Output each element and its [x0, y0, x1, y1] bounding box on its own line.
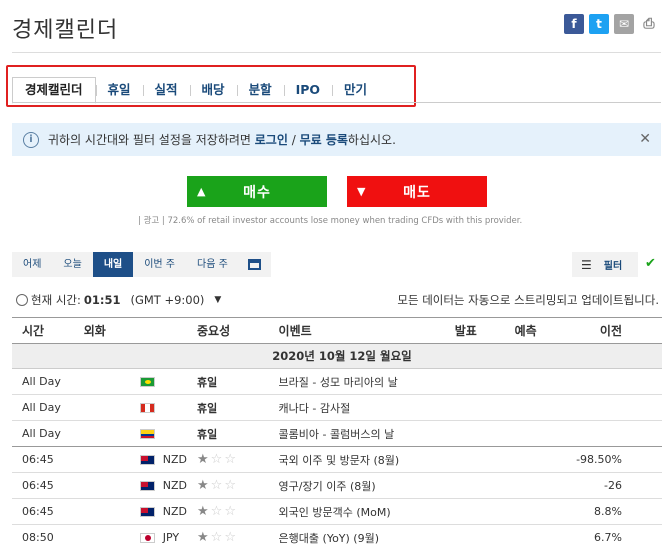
tab-holidays[interactable]: 휴일 [95, 78, 143, 102]
date-range-selector: 어제 오늘 내일 이번 주 다음 주 [12, 252, 271, 277]
table-row[interactable]: 06:45 NZD ★☆☆ 외국인 방문객수 (MoM) 8.8% [12, 498, 662, 525]
login-link[interactable]: 로그인 [255, 133, 288, 147]
table-row[interactable]: 08:50 JPY ★☆☆ 은행대출 (YoY) (9월) 6.7% [12, 524, 662, 547]
tab-expiration[interactable]: 만기 [332, 78, 379, 102]
clock-icon [16, 294, 28, 306]
new-zealand-flag-icon [139, 455, 155, 465]
importance-stars: ★☆☆ [187, 524, 269, 547]
date-row: 2020년 10월 12일 월요일 [12, 343, 662, 369]
table-row[interactable]: 06:45 NZD ★☆☆ 영구/장기 이주 (8월) -26 [12, 472, 662, 499]
importance-stars: ★☆☆ [187, 498, 269, 525]
table-header-row: 시간 외화 중요성 이벤트 발표 예측 이전 [12, 317, 662, 344]
arrow-down-icon: ▼ [357, 185, 366, 198]
share-buttons: f t ✉ ⎙ [564, 14, 659, 34]
auto-update-note: 모든 데이터는 자동으로 스트리밍되고 업데이트됩니다. [397, 293, 659, 307]
col-currency: 외화 [73, 317, 187, 344]
tab-dividends[interactable]: 배당 [189, 78, 237, 102]
ad-disclaimer: | 광고 | 72.6% of retail investor accounts… [138, 216, 523, 226]
table-row[interactable]: All Day 휴일 캐나다 - 감사절 [12, 394, 662, 421]
tab-earnings[interactable]: 실적 [142, 78, 190, 102]
new-zealand-flag-icon [139, 481, 155, 491]
new-zealand-flag-icon [139, 507, 155, 517]
table-row[interactable]: 06:45 NZD ★☆☆ 국외 이주 및 방문자 (8월) -98.50% [12, 446, 662, 473]
filter-button[interactable]: ☰ 필터 [572, 252, 638, 277]
signup-link[interactable]: 무료 등록 [300, 133, 348, 147]
date-this-week-button[interactable]: 이번 주 [133, 252, 186, 277]
date-next-week-button[interactable]: 다음 주 [186, 252, 239, 277]
buy-button[interactable]: ▲ 매수 [187, 176, 327, 207]
col-actual: 발표 [444, 317, 505, 344]
date-tomorrow-button[interactable]: 내일 [92, 252, 134, 277]
col-importance: 중요성 [187, 317, 269, 344]
chevron-down-icon[interactable]: ▼ [214, 295, 221, 305]
mail-icon[interactable]: ✉ [614, 14, 634, 34]
twitter-icon[interactable]: t [589, 14, 609, 34]
close-icon[interactable]: ✕ [639, 131, 651, 147]
japan-flag-icon [139, 533, 155, 543]
page-title: 경제캘린더 [12, 18, 119, 43]
col-event: 이벤트 [268, 317, 445, 344]
sell-button[interactable]: ▼ 매도 [347, 176, 487, 207]
current-time: 현재 시간: 01:51 (GMT +9:00) ▼ [16, 292, 221, 308]
title-divider [12, 52, 661, 53]
login-notice: i 귀하의 시간대와 필터 설정을 저장하려면 로그인 / 무료 등록하십시오.… [12, 123, 661, 156]
tab-splits[interactable]: 분할 [236, 78, 284, 102]
tabs-underline [12, 102, 661, 103]
check-icon: ✔ [645, 256, 656, 271]
colombia-flag-icon [139, 429, 155, 439]
table-row[interactable]: All Day 휴일 콜롬비아 - 콜럼버스의 날 [12, 420, 662, 447]
canada-flag-icon [139, 403, 155, 413]
importance-stars: ★☆☆ [187, 446, 269, 473]
print-icon[interactable]: ⎙ [639, 14, 659, 34]
facebook-icon[interactable]: f [564, 14, 584, 34]
importance-stars: ★☆☆ [187, 472, 269, 499]
table-row[interactable]: All Day 휴일 브라질 - 성모 마리아의 날 [12, 368, 662, 395]
timezone-label[interactable]: (GMT +9:00) [130, 293, 204, 307]
current-time-value: 01:51 [83, 293, 121, 307]
info-icon: i [23, 131, 39, 148]
date-yesterday-button[interactable]: 어제 [12, 252, 52, 277]
filter-icon: ☰ [581, 257, 592, 272]
economic-calendar-table: 시간 외화 중요성 이벤트 발표 예측 이전 2020년 10월 12일 월요일… [12, 317, 662, 547]
tab-ipo[interactable]: IPO [283, 78, 332, 102]
brazil-flag-icon [139, 377, 155, 387]
notice-text: 귀하의 시간대와 필터 설정을 저장하려면 로그인 / 무료 등록하십시오. [48, 133, 396, 147]
col-previous: 이전 [566, 317, 662, 344]
col-forecast: 예측 [504, 317, 567, 344]
arrow-up-icon: ▲ [197, 185, 206, 198]
col-time: 시간 [12, 317, 74, 344]
date-today-button[interactable]: 오늘 [52, 252, 92, 277]
calendar-tabs: 경제캘린더 휴일 실적 배당 분할 IPO 만기 [12, 76, 379, 104]
calendar-icon[interactable] [239, 252, 271, 277]
tab-economic-calendar[interactable]: 경제캘린더 [12, 76, 96, 104]
